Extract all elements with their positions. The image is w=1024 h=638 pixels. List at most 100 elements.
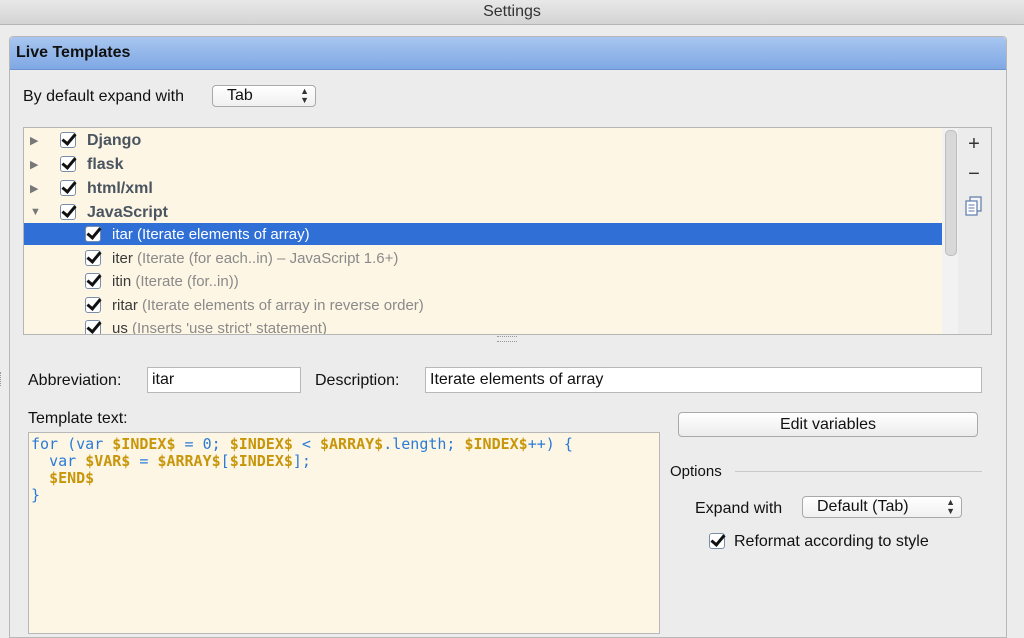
- template-text-editor[interactable]: for (var $INDEX$ = 0; $INDEX$ < $ARRAY$.…: [28, 432, 660, 634]
- template-description: (Iterate (for each..in) – JavaScript 1.6…: [132, 249, 399, 267]
- template-variable: $ARRAY$: [320, 435, 384, 453]
- template-row[interactable]: itar (Iterate elements of array): [24, 223, 942, 245]
- splitter-handle[interactable]: [497, 336, 517, 342]
- group-checkbox[interactable]: [60, 204, 76, 220]
- template-label: itin (Iterate (for..in)): [112, 273, 239, 290]
- code-token: var: [76, 435, 113, 453]
- code-line: }: [31, 487, 40, 504]
- tree-scrollbar-thumb[interactable]: [945, 130, 957, 256]
- code-line: var $VAR$ = $ARRAY$[$INDEX$];: [31, 453, 311, 470]
- window-title: Settings: [483, 3, 541, 20]
- tree-scrollbar[interactable]: [942, 127, 958, 335]
- group-checkbox[interactable]: [60, 132, 76, 148]
- template-row[interactable]: ritar (Iterate elements of array in reve…: [24, 294, 942, 316]
- expand-default-label: By default expand with: [23, 88, 184, 105]
- code-token: 0: [202, 435, 212, 453]
- abbreviation-input[interactable]: itar: [147, 367, 301, 393]
- template-row[interactable]: itin (Iterate (for..in)): [24, 270, 942, 292]
- code-line: for (var $INDEX$ = 0; $INDEX$ < $ARRAY$.…: [31, 436, 573, 453]
- description-input[interactable]: Iterate elements of array: [425, 367, 982, 393]
- abbreviation-label: Abbreviation:: [28, 372, 122, 389]
- options-title: Options: [670, 463, 722, 480]
- template-checkbox[interactable]: [85, 273, 101, 289]
- expand-with-label: Expand with: [695, 500, 783, 517]
- template-abbreviation: itar: [112, 226, 133, 243]
- code-token: ;: [211, 435, 230, 453]
- template-checkbox[interactable]: [85, 296, 101, 313]
- tree-group-row[interactable]: ▶ Django: [24, 129, 942, 153]
- group-label: html/xml: [87, 180, 153, 197]
- tree-group-row[interactable]: ▶ html/xml: [24, 177, 942, 201]
- template-description: (Iterate (for..in)): [131, 273, 239, 290]
- tree-group-row[interactable]: ▶ flask: [24, 153, 942, 177]
- template-abbreviation: ritar: [112, 296, 138, 314]
- code-line: $END$: [31, 470, 94, 487]
- copy-icon: [965, 196, 982, 216]
- group-label: flask: [87, 156, 124, 173]
- window-titlebar: Settings: [0, 0, 1024, 25]
- template-abbreviation: itin: [112, 273, 132, 290]
- expanded-triangle-icon[interactable]: ▼: [30, 206, 41, 218]
- tree-group-row[interactable]: ▼ JavaScript: [24, 201, 942, 225]
- template-label: itar (Iterate elements of array): [112, 226, 310, 243]
- group-checkbox[interactable]: [60, 156, 76, 172]
- template-label: us (Inserts 'use strict' statement): [112, 320, 327, 335]
- template-variable: $INDEX$: [112, 435, 176, 453]
- template-abbreviation: us: [112, 320, 128, 335]
- expand-with-select[interactable]: Default (Tab) ▲ ▼: [802, 496, 962, 518]
- template-variable: $INDEX$: [464, 435, 528, 453]
- panel-header: Live Templates: [10, 37, 1006, 70]
- template-description: (Inserts 'use strict' statement): [127, 320, 327, 335]
- template-variable: $INDEX$: [229, 435, 293, 453]
- code-token: ];: [292, 452, 311, 470]
- template-label: iter (Iterate (for each..in) – JavaScrip…: [112, 250, 398, 267]
- code-token: ++) {: [527, 435, 573, 453]
- template-text-label: Template text:: [28, 410, 128, 427]
- template-variable: $END$: [49, 469, 95, 487]
- code-token: var: [49, 452, 86, 470]
- template-label: ritar (Iterate elements of array in reve…: [112, 297, 424, 314]
- reformat-checkbox[interactable]: [709, 533, 725, 549]
- template-description: (Iterate elements of array in reverse or…: [137, 296, 424, 314]
- updown-arrows-icon: ▲ ▼: [300, 86, 309, 105]
- template-variable: $ARRAY$: [157, 452, 221, 470]
- expand-default-value: Tab: [227, 87, 253, 104]
- updown-arrows-icon: ▲ ▼: [946, 497, 955, 516]
- code-token: <: [292, 435, 320, 453]
- group-label: JavaScript: [87, 204, 168, 221]
- template-checkbox[interactable]: [85, 249, 101, 266]
- collapsed-triangle-icon[interactable]: ▶: [30, 182, 38, 195]
- options-divider: [735, 471, 982, 472]
- code-token: =: [130, 452, 158, 470]
- panel-title: Live Templates: [16, 44, 131, 61]
- description-label: Description:: [315, 372, 400, 389]
- template-tree[interactable]: ▶ Django ▶ flask ▶ html/xml ▼ JavaScript itar (I…: [23, 127, 967, 335]
- code-token: .length;: [383, 435, 465, 453]
- template-abbreviation: iter: [112, 249, 133, 267]
- expand-default-select[interactable]: Tab ▲ ▼: [212, 85, 316, 107]
- template-checkbox[interactable]: [85, 320, 101, 334]
- group-label: Django: [87, 132, 142, 149]
- template-checkbox[interactable]: [85, 226, 101, 242]
- template-description: (Iterate elements of array): [132, 226, 310, 243]
- collapsed-triangle-icon[interactable]: ▶: [30, 134, 38, 147]
- collapsed-triangle-icon[interactable]: ▶: [30, 158, 38, 171]
- copy-template-button[interactable]: [964, 196, 984, 216]
- edit-variables-button[interactable]: Edit variables: [678, 412, 978, 437]
- code-token: }: [31, 486, 41, 504]
- template-row[interactable]: us (Inserts 'use strict' statement): [24, 317, 942, 335]
- template-row[interactable]: iter (Iterate (for each..in) – JavaScrip…: [24, 247, 942, 269]
- expand-with-value: Default (Tab): [817, 498, 909, 515]
- tree-side-toolbar: + −: [958, 127, 992, 335]
- code-token: [: [220, 452, 230, 470]
- add-template-button[interactable]: +: [964, 134, 984, 154]
- remove-template-button[interactable]: −: [964, 164, 984, 184]
- group-checkbox[interactable]: [60, 180, 76, 196]
- code-token: for (: [31, 435, 77, 453]
- template-variable: $VAR$: [85, 452, 131, 470]
- left-splitter-grip[interactable]: [0, 372, 7, 386]
- template-variable: $INDEX$: [229, 452, 293, 470]
- reformat-label: Reformat according to style: [734, 533, 929, 550]
